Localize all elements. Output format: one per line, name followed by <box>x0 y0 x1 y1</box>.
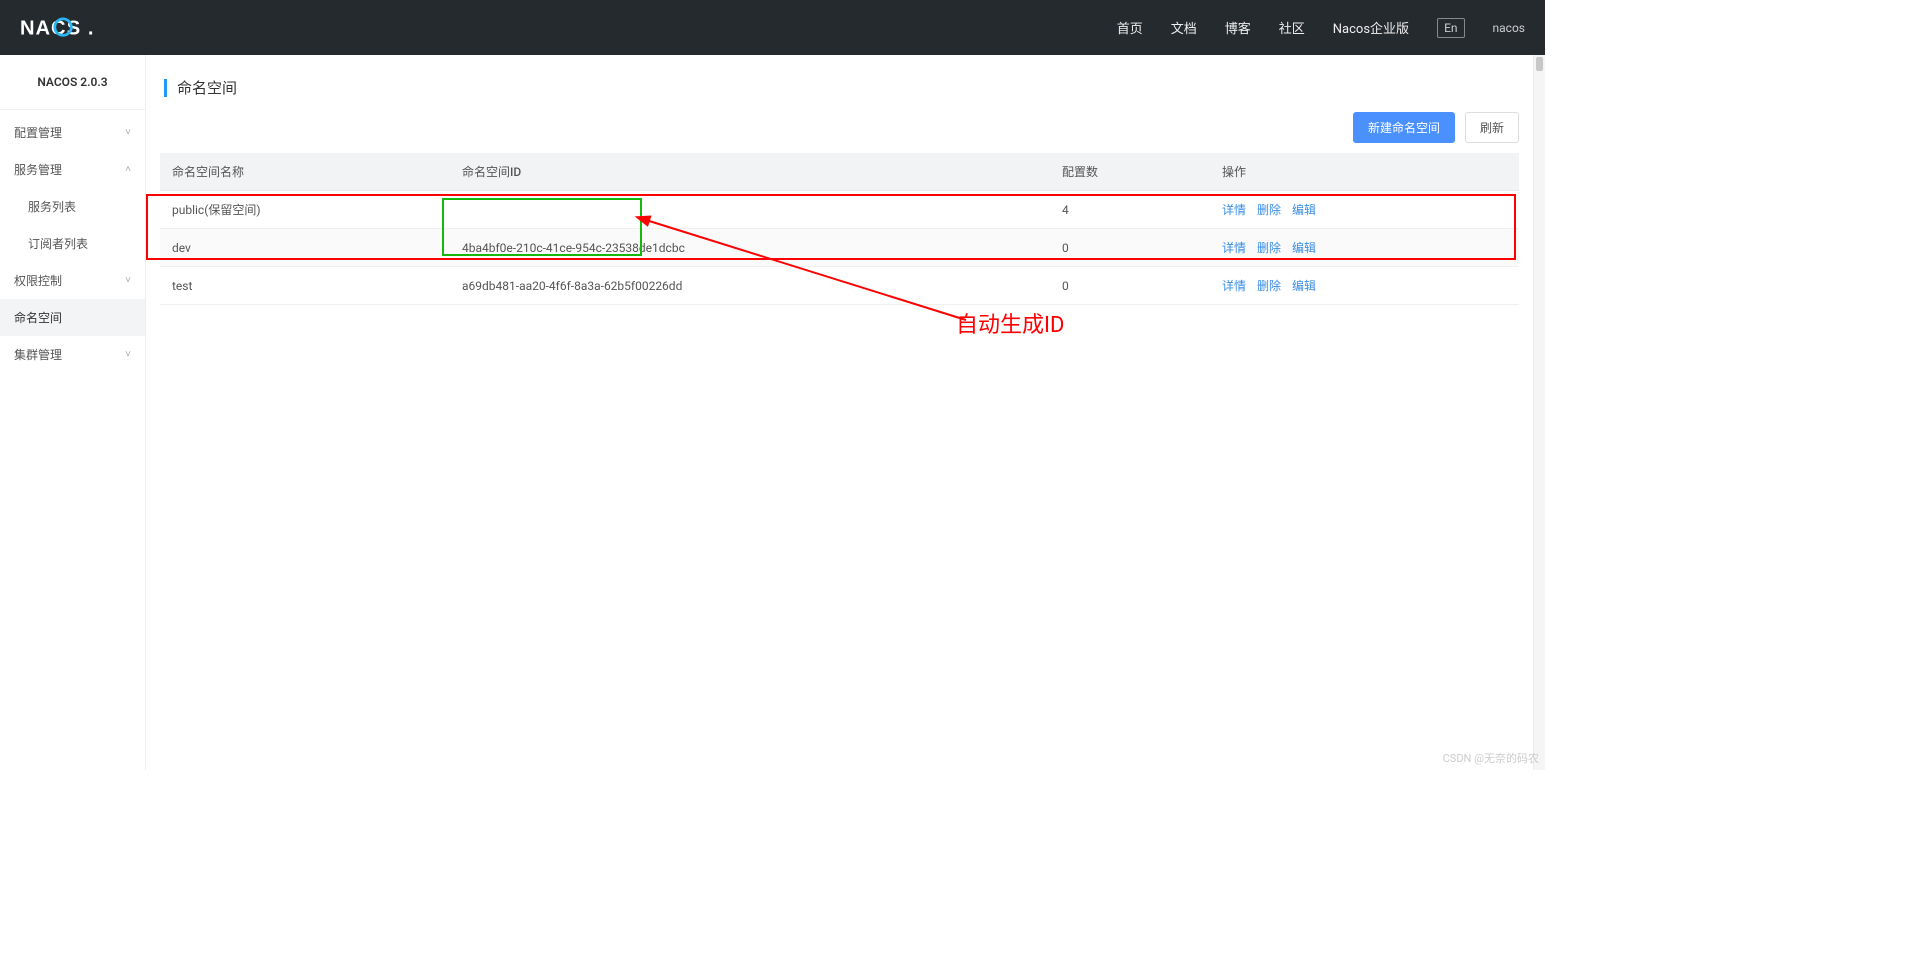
svg-text:.: . <box>88 17 95 39</box>
cell-name: dev <box>160 229 450 267</box>
chevron-down-icon: ˅ <box>125 275 131 286</box>
sidebar-item-label: 集群管理 <box>14 346 62 363</box>
logo: NACS. <box>20 17 130 39</box>
page-title-bar: 命名空间 <box>160 69 1519 112</box>
sidebar-item-subscriber-list[interactable]: 订阅者列表 <box>0 225 145 262</box>
cell-id: a69db481-aa20-4f6f-8a3a-62b5f00226dd <box>450 267 1050 305</box>
sidebar-item-label: 订阅者列表 <box>28 235 88 252</box>
delete-link[interactable]: 删除 <box>1257 241 1281 255</box>
edit-link[interactable]: 编辑 <box>1292 241 1316 255</box>
nav-blog[interactable]: 博客 <box>1225 18 1251 37</box>
sidebar-item-label: 配置管理 <box>14 124 62 141</box>
cell-id <box>450 191 1050 229</box>
refresh-button[interactable]: 刷新 <box>1465 112 1519 143</box>
lang-toggle[interactable]: En <box>1437 18 1464 38</box>
detail-link[interactable]: 详情 <box>1222 241 1246 255</box>
col-header-count: 配置数 <box>1050 153 1210 191</box>
cell-count: 0 <box>1050 229 1210 267</box>
scrollbar[interactable] <box>1533 55 1545 770</box>
user-menu[interactable]: nacos <box>1493 21 1525 35</box>
sidebar-item-permission[interactable]: 权限控制 ˅ <box>0 262 145 299</box>
chevron-down-icon: ˅ <box>125 349 131 360</box>
page-title: 命名空间 <box>177 77 237 98</box>
sidebar-item-service[interactable]: 服务管理 ˄ <box>0 151 145 188</box>
cell-ops: 详情 删除 编辑 <box>1210 229 1519 267</box>
nav-home[interactable]: 首页 <box>1117 18 1143 37</box>
create-namespace-button[interactable]: 新建命名空间 <box>1353 112 1455 143</box>
table-row: test a69db481-aa20-4f6f-8a3a-62b5f00226d… <box>160 267 1519 305</box>
edit-link[interactable]: 编辑 <box>1292 203 1316 217</box>
sidebar-item-label: 服务管理 <box>14 161 62 178</box>
sidebar-item-label: 命名空间 <box>14 309 62 326</box>
nav-community[interactable]: 社区 <box>1279 18 1305 37</box>
namespace-table: 命名空间名称 命名空间ID 配置数 操作 public(保留空间) 4 详情 删… <box>160 153 1519 305</box>
title-accent-bar <box>164 79 167 97</box>
annotation-text: 自动生成ID <box>956 307 1064 339</box>
nav-enterprise[interactable]: Nacos企业版 <box>1333 18 1409 37</box>
version-label: NACOS 2.0.3 <box>0 55 145 110</box>
cell-count: 4 <box>1050 191 1210 229</box>
main-content: 命名空间 新建命名空间 刷新 命名空间名称 命名空间ID 配置数 操作 <box>146 55 1533 770</box>
delete-link[interactable]: 删除 <box>1257 279 1281 293</box>
table-row: public(保留空间) 4 详情 删除 编辑 <box>160 191 1519 229</box>
sidebar-item-label: 服务列表 <box>28 198 76 215</box>
chevron-down-icon: ˅ <box>125 127 131 138</box>
col-header-id: 命名空间ID <box>450 153 1050 191</box>
sidebar: NACOS 2.0.3 配置管理 ˅ 服务管理 ˄ 服务列表 订阅者列表 权限控… <box>0 55 146 770</box>
sidebar-item-service-list[interactable]: 服务列表 <box>0 188 145 225</box>
delete-link[interactable]: 删除 <box>1257 203 1281 217</box>
toolbar: 新建命名空间 刷新 <box>160 112 1519 143</box>
scrollbar-thumb[interactable] <box>1536 57 1543 71</box>
edit-link[interactable]: 编辑 <box>1292 279 1316 293</box>
cell-ops: 详情 删除 编辑 <box>1210 267 1519 305</box>
watermark: CSDN @无奈的码农 <box>1443 750 1539 766</box>
sidebar-item-cluster[interactable]: 集群管理 ˅ <box>0 336 145 373</box>
nav-docs[interactable]: 文档 <box>1171 18 1197 37</box>
sidebar-item-config[interactable]: 配置管理 ˅ <box>0 114 145 151</box>
sidebar-item-namespace[interactable]: 命名空间 <box>0 299 145 336</box>
detail-link[interactable]: 详情 <box>1222 279 1246 293</box>
cell-name: test <box>160 267 450 305</box>
cell-ops: 详情 删除 编辑 <box>1210 191 1519 229</box>
app-viewport: NACS. 首页 文档 博客 社区 Nacos企业版 En nacos NACO… <box>0 0 1545 770</box>
top-nav: 首页 文档 博客 社区 Nacos企业版 En nacos <box>1117 18 1525 38</box>
cell-id: 4ba4bf0e-210c-41ce-954c-23538de1dcbc <box>450 229 1050 267</box>
col-header-ops: 操作 <box>1210 153 1519 191</box>
top-header: NACS. 首页 文档 博客 社区 Nacos企业版 En nacos <box>0 0 1545 55</box>
detail-link[interactable]: 详情 <box>1222 203 1246 217</box>
cell-name: public(保留空间) <box>160 191 450 229</box>
table-row: dev 4ba4bf0e-210c-41ce-954c-23538de1dcbc… <box>160 229 1519 267</box>
col-header-name: 命名空间名称 <box>160 153 450 191</box>
sidebar-item-label: 权限控制 <box>14 272 62 289</box>
chevron-up-icon: ˄ <box>125 164 131 175</box>
table-header-row: 命名空间名称 命名空间ID 配置数 操作 <box>160 153 1519 191</box>
sidebar-menu: 配置管理 ˅ 服务管理 ˄ 服务列表 订阅者列表 权限控制 ˅ <box>0 110 145 373</box>
body: NACOS 2.0.3 配置管理 ˅ 服务管理 ˄ 服务列表 订阅者列表 权限控… <box>0 55 1545 770</box>
cell-count: 0 <box>1050 267 1210 305</box>
